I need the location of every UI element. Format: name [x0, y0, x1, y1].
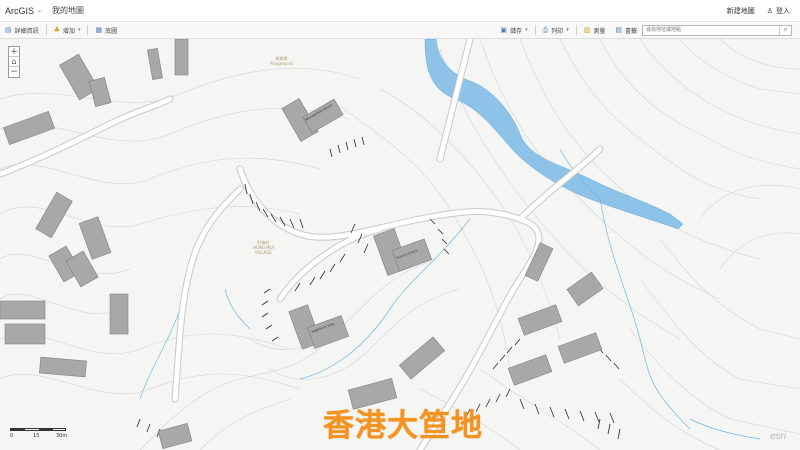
print-button[interactable]: ⎙ 列印 ▾	[538, 22, 574, 39]
scale-label: 15	[33, 433, 40, 439]
scale-bar-segment	[11, 429, 25, 430]
map-toolbar: ▤ 詳細資訊 ♣ 增加 ▾ ▦ 底圖 ▣ 儲存 ▾ ⎙ 列印 ▾ ▥ 測量 ▤ …	[0, 22, 800, 39]
app-menu[interactable]: ArcGIS ⌄	[0, 6, 42, 16]
bookmark-icon: ▤	[615, 26, 622, 34]
scale-bar-segment	[39, 429, 53, 430]
search-icon: ⌕	[783, 26, 788, 33]
map-title: 我的地圖	[52, 6, 85, 15]
add-label: 增加	[62, 27, 75, 35]
toolbar-divider	[45, 25, 47, 35]
chevron-down-icon: ⌄	[37, 8, 43, 14]
scale-label: 30m	[56, 433, 68, 439]
esri-logo[interactable]: esri	[770, 431, 786, 442]
chevron-down-icon: ▾	[525, 27, 528, 33]
buildings	[0, 39, 604, 449]
basemap-label: 底圖	[105, 27, 118, 35]
place-label-playground: 遊樂場 Playground	[270, 56, 293, 66]
place-label-village: 紅梅村 HUNG MUI VILLAGE	[253, 240, 274, 255]
search-button[interactable]: ⌕	[779, 25, 791, 35]
add-button[interactable]: ♣ 增加 ▾	[49, 22, 86, 39]
print-icon: ⎙	[542, 25, 549, 34]
building-names: Wonderfull House Sunny Court Highland Vi…	[305, 103, 419, 334]
sign-in-label: 登入	[776, 6, 790, 15]
search-box: ⌕	[642, 24, 792, 36]
scale-bar-graphic	[10, 428, 66, 431]
bookmarks-label: 書籤	[624, 27, 637, 35]
chevron-down-icon: ▾	[77, 27, 81, 33]
user-icon: ♙	[766, 6, 773, 15]
basemap-icon: ▦	[95, 26, 103, 34]
details-button[interactable]: ▤ 詳細資訊	[0, 22, 44, 39]
watermark-text: 香港大笪地	[323, 408, 483, 444]
home-icon: ⌂	[11, 57, 17, 66]
bookmarks-button[interactable]: ▤ 書籤	[610, 22, 642, 39]
sign-in-button[interactable]: ♙ 登入	[767, 6, 790, 16]
top-app-bar: ArcGIS ⌄ 我的地圖 新建地圖 ♙ 登入	[0, 0, 800, 22]
zoom-controls: + ⌂ −	[8, 46, 20, 78]
home-button[interactable]: ⌂	[9, 57, 19, 67]
save-label: 儲存	[510, 27, 523, 35]
search-input[interactable]	[643, 25, 779, 35]
map-view[interactable]: Wonderfull House Sunny Court Highland Vi…	[0, 39, 800, 450]
basemap-canvas: Wonderfull House Sunny Court Highland Vi…	[0, 39, 800, 450]
save-icon: ▣	[500, 26, 508, 34]
save-button[interactable]: ▣ 儲存 ▾	[495, 22, 532, 39]
toolbar-divider	[87, 25, 89, 35]
toolbar-divider	[534, 25, 536, 35]
details-icon: ▤	[5, 26, 12, 34]
measure-icon: ▥	[583, 26, 591, 34]
measure-button[interactable]: ▥ 測量	[579, 22, 611, 39]
app-name: ArcGIS	[5, 5, 35, 16]
measure-label: 測量	[593, 27, 606, 35]
scale-bar: 0 15 30m	[10, 425, 68, 441]
print-label: 列印	[551, 27, 564, 35]
chevron-down-icon: ▾	[566, 27, 569, 33]
toolbar-divider	[575, 25, 577, 35]
details-label: 詳細資訊	[14, 27, 39, 35]
scale-label: 0	[10, 433, 14, 439]
zoom-in-button[interactable]: +	[9, 47, 19, 57]
basemap-button[interactable]: ▦ 底圖	[90, 22, 122, 39]
add-layer-icon: ♣	[53, 26, 60, 34]
new-map-link[interactable]: 新建地圖	[727, 6, 755, 16]
zoom-out-button[interactable]: −	[9, 67, 19, 77]
